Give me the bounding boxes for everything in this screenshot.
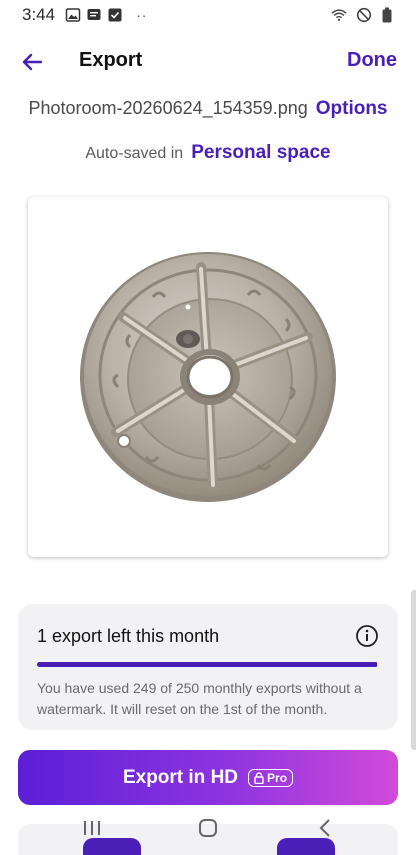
recents-icon[interactable] [80,817,104,839]
back-nav-icon[interactable] [313,817,337,839]
do-not-disturb-icon [356,7,372,23]
check-icon [107,7,123,23]
export-hd-button[interactable]: Export in HD Pro [18,750,398,805]
system-nav-bar [0,813,416,843]
lock-icon [254,771,264,784]
pro-badge-label: Pro [267,770,288,785]
message-icon [86,7,102,23]
more-notifications: ·· [136,7,148,23]
autosave-row: Auto-saved in Personal space [0,142,416,164]
battery-icon [381,7,397,23]
arrow-left-icon [22,53,43,71]
file-row: Photoroom-20260624_154359.png Options [0,98,416,120]
back-button[interactable] [18,48,46,76]
export-preview [28,197,388,557]
wifi-icon [331,7,347,23]
file-name: Photoroom-20260624_154359.png [28,98,308,118]
options-link[interactable]: Options [316,98,388,119]
export-quota-card: 1 export left this month You have used 2… [18,604,398,730]
status-bar: 3:44 ·· [0,0,416,30]
quota-title: 1 export left this month [37,625,220,646]
home-icon[interactable] [196,817,220,839]
gallery-icon [65,7,81,23]
info-icon[interactable] [355,624,379,648]
scrollbar-edge[interactable] [411,590,416,750]
quota-progress-bar [37,662,378,667]
pro-badge: Pro [248,768,294,787]
export-hd-label: Export in HD [122,766,239,788]
quota-description: You have used 249 of 250 monthly exports… [37,680,362,717]
top-app-bar: Export Done [0,42,416,80]
personal-space-link[interactable]: Personal space [191,142,330,163]
done-button[interactable]: Done [347,49,397,72]
quota-progress-fill [37,662,377,667]
autosave-label: Auto-saved in [85,145,184,162]
status-time: 3:44 [22,5,56,24]
product-image [80,252,336,502]
page-title: Export [79,49,143,71]
